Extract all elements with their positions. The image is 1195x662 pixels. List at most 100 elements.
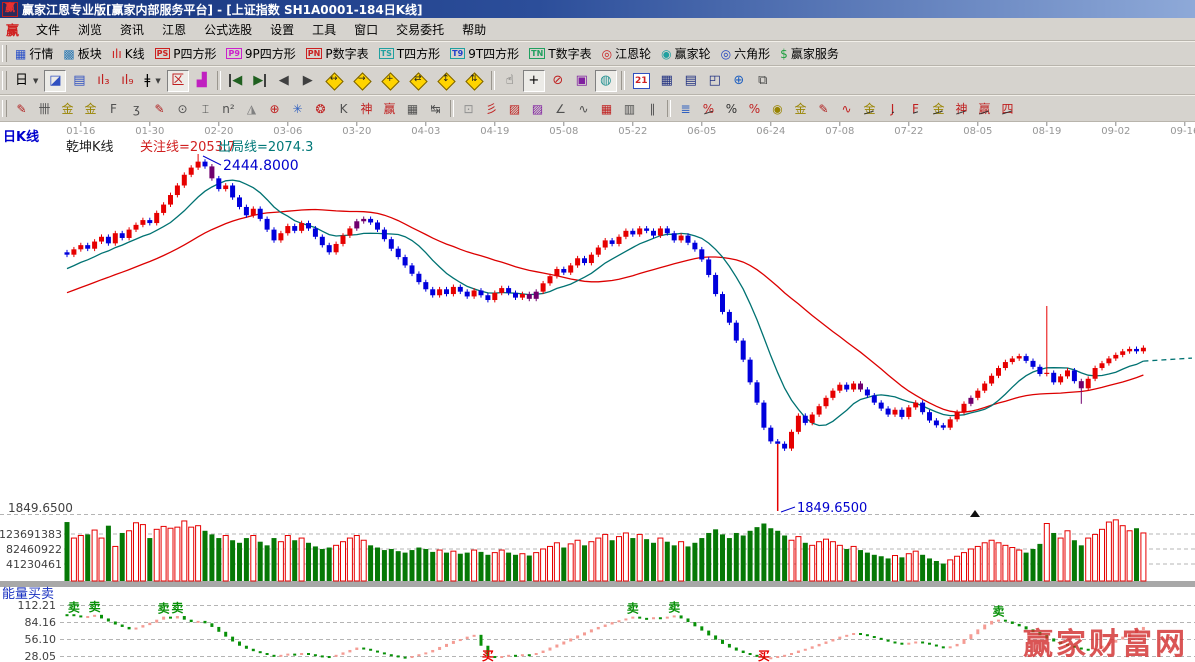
web-chart-button[interactable]: ⊕ [728,70,750,92]
toolbar-tools: 日▼◪▤ıl₃ıl₉ǂ▼区▟◀▶◀▶↔→+⇄↕⇅☝+⊘▣◍21▦▤◰⊕⧉ [0,66,1195,95]
menu-tools[interactable]: 工具 [303,21,345,39]
next-bar-button[interactable]: ▶ [297,70,319,92]
gold-circle-tool[interactable]: ◉ [767,99,788,119]
crosshair-button[interactable]: + [523,70,545,92]
pencil-tool[interactable]: ✎ [11,99,32,119]
grid-lines-tool[interactable]: 卌 [34,99,55,119]
pencil2-tool[interactable]: ✎ [149,99,170,119]
wave-tool[interactable]: ∿ [573,99,594,119]
box-tool[interactable]: ⊡ [458,99,479,119]
si-angle-tool[interactable]: 四 [997,99,1018,119]
number-grid-tool[interactable]: ▦ [402,99,423,119]
percent-slash-tool[interactable]: % [698,99,719,119]
red-grid-tool[interactable]: ▨ [504,99,525,119]
wave3-button[interactable]: ıl₃ [92,70,114,92]
intraday-color-button[interactable]: ▟ [191,70,213,92]
p-square-button[interactable]: PSP四方形 [151,43,221,64]
t-table-button[interactable]: TNT数字表 [525,43,596,64]
expand-vertical-button[interactable]: ↕ [433,70,459,92]
shen-angle-tool[interactable]: 神 [951,99,972,119]
menu-browse[interactable]: 浏览 [69,21,111,39]
candle-style-button[interactable]: ǂ▼ [140,70,164,92]
quotes-grid-icon: ▦ [15,48,26,60]
percent-tool[interactable]: % [721,99,742,119]
menu-formula-picker[interactable]: 公式选股 [195,21,261,39]
info-panel-button[interactable]: ▤ [68,70,90,92]
prev-bar-button[interactable]: ◀ [273,70,295,92]
winner-service-button[interactable]: $赢家服务 [776,43,843,64]
gold-angle-tool[interactable]: 金 [928,99,949,119]
purple-grid-tool[interactable]: ▨ [527,99,548,119]
mirror-angle-tool[interactable]: ◮ [241,99,262,119]
target-cross-tool[interactable]: ⊕ [264,99,285,119]
kline-button[interactable]: ılıK线 [108,43,149,64]
blue-star-tool[interactable]: ✳ [287,99,308,119]
ruler-tool[interactable]: ⌶ [195,99,216,119]
brush-tool[interactable]: ✎ [813,99,834,119]
circle-cycle-tool[interactable]: ⊙ [172,99,193,119]
shift-right-button[interactable]: → [349,70,375,92]
winner-wheel-button[interactable]: ◉赢家轮 [657,43,715,64]
ying-tool[interactable]: 赢 [379,99,400,119]
wave-a-tool[interactable]: ∿ [836,99,857,119]
gold-ratio-tool[interactable]: 金 [57,99,78,119]
p-table-button[interactable]: PNP数字表 [302,43,373,64]
fan-lines-tool[interactable]: 彡 [481,99,502,119]
fibonacci-tool[interactable]: F [103,99,124,119]
block-grid2-tool[interactable]: ▥ [619,99,640,119]
menu-help[interactable]: 帮助 [453,21,495,39]
step-lines-tool[interactable]: ≣ [675,99,696,119]
map-tool-button[interactable]: ◍ [595,70,617,92]
shen-tool[interactable]: 神 [356,99,377,119]
j-angle-tool[interactable]: J [882,99,903,119]
gold-level-tool[interactable]: 金 [790,99,811,119]
expand-horizontal-button[interactable]: ↔ [321,70,347,92]
spiral-tool[interactable]: ʒ [126,99,147,119]
go-first-button[interactable]: ◀ [225,70,247,92]
f-angle-tool[interactable]: F [905,99,926,119]
thumbnail-chart-button[interactable]: ◪ [44,70,66,92]
expand-all-button[interactable]: + [377,70,403,92]
notes-button[interactable]: ▤ [680,70,702,92]
parallel-lines-tool[interactable]: ∥ [642,99,663,119]
menu-gann[interactable]: 江恩 [153,21,195,39]
period-day-button[interactable]: 日▼ [11,70,42,92]
chart-canvas[interactable]: 01-1601-3002-2003-0603-2004-0304-1905-08… [0,122,1195,662]
angle-tool[interactable]: ∠ [550,99,571,119]
calendar-button[interactable]: 21 [629,70,654,92]
menu-news[interactable]: 资讯 [111,21,153,39]
width-measure-tool[interactable]: ↹ [425,99,446,119]
menu-settings[interactable]: 设置 [261,21,303,39]
quotes-button[interactable]: ▦行情 [11,43,57,64]
gann-wheel-button[interactable]: ◎江恩轮 [598,43,656,64]
web-star-tool[interactable]: ❂ [310,99,331,119]
pattern-tool-button[interactable]: ▣ [571,70,593,92]
hand-tool-button[interactable]: ☝ [499,70,521,92]
gold-ratio2-tool[interactable]: 金 [80,99,101,119]
save-button[interactable]: ◰ [704,70,726,92]
menu-file[interactable]: 文件 [27,21,69,39]
wave9-button[interactable]: ıl₉ [116,70,138,92]
k-quote-tool[interactable]: K [333,99,354,119]
zoom-off-button[interactable]: ⊘ [547,70,569,92]
9t-square-button[interactable]: T99T四方形 [446,43,523,64]
compress-horizontal-button[interactable]: ⇄ [405,70,431,92]
t-square-button[interactable]: TST四方形 [375,43,445,64]
gold-line-tool[interactable]: 金 [859,99,880,119]
go-last-button[interactable]: ▶ [249,70,271,92]
menu-window[interactable]: 窗口 [345,21,387,39]
percent-level-tool[interactable]: % [744,99,765,119]
print-button[interactable]: ⧉ [752,70,774,92]
red-block-grid-tool[interactable]: ▦ [596,99,617,119]
ying-angle-tool[interactable]: 赢 [974,99,995,119]
chart-area[interactable]: 01-1601-3002-2003-0603-2004-0304-1905-08… [0,122,1195,662]
hexagon-button[interactable]: ◎六角形 [717,43,775,64]
compress-vertical-button[interactable]: ⇅ [461,70,487,92]
n2-cycle-tool[interactable]: n² [218,99,239,119]
kline-icon: ılı [112,48,122,60]
qiankun-kline-button[interactable]: 区 [167,70,189,92]
sectors-button[interactable]: ▩板块 [59,43,105,64]
9p-square-button[interactable]: P99P四方形 [222,43,299,64]
calculator-button[interactable]: ▦ [656,70,678,92]
menu-trade[interactable]: 交易委托 [387,21,453,39]
